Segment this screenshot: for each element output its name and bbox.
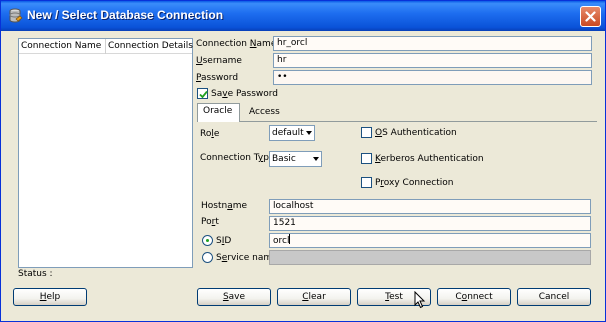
connect-button[interactable]: Connect — [437, 288, 511, 306]
dialog-body: Connection Name Connection Details Conne… — [4, 31, 602, 319]
help-button[interactable]: Help — [13, 288, 87, 306]
connection-type-label: Connection Type — [200, 153, 274, 163]
proxy-connection-checkbox[interactable] — [361, 177, 372, 188]
sid-label[interactable]: SID — [216, 236, 231, 246]
proxy-connection-label[interactable]: Proxy Connection — [375, 178, 453, 188]
connection-dialog: New / Select Database Connection Connect… — [0, 0, 606, 322]
kerberos-authentication-checkbox[interactable] — [361, 153, 372, 164]
text-caret — [289, 234, 291, 244]
tab-oracle[interactable]: Oracle — [197, 103, 240, 122]
cancel-button[interactable]: Cancel — [517, 288, 591, 306]
role-value: default — [272, 128, 304, 138]
database-icon — [9, 8, 23, 23]
chevron-down-icon — [313, 157, 319, 161]
clear-button[interactable]: Clear — [277, 288, 351, 306]
sid-value: orcl — [273, 236, 290, 246]
close-button[interactable] — [580, 6, 601, 27]
port-field[interactable]: 1521 — [269, 216, 591, 231]
column-divider[interactable] — [105, 39, 106, 54]
column-header-connection-name[interactable]: Connection Name — [21, 41, 101, 51]
connection-name-label: Connection Name — [196, 39, 277, 49]
role-label: Role — [200, 129, 220, 139]
username-label: Username — [196, 56, 242, 66]
connections-table[interactable]: Connection Name Connection Details — [18, 38, 193, 268]
port-label: Port — [201, 217, 219, 227]
role-dropdown[interactable]: default — [269, 125, 315, 141]
hostname-field[interactable]: localhost — [269, 199, 591, 214]
password-field[interactable]: •• — [273, 70, 592, 85]
username-field[interactable]: hr — [273, 53, 592, 68]
connection-name-field[interactable]: hr_orcl — [273, 36, 592, 51]
save-password-checkbox[interactable] — [197, 88, 208, 99]
status-label: Status : — [18, 269, 53, 279]
service-name-radio[interactable] — [202, 252, 213, 263]
tab-access[interactable]: Access — [244, 105, 285, 122]
kerberos-authentication-label[interactable]: Kerberos Authentication — [375, 154, 484, 164]
checkmark-icon — [199, 90, 208, 99]
connection-type-dropdown[interactable]: Basic — [269, 151, 322, 167]
connection-type-value: Basic — [272, 154, 296, 164]
close-icon — [585, 11, 596, 22]
save-button[interactable]: Save — [197, 288, 271, 306]
mouse-pointer-icon — [414, 291, 426, 309]
os-authentication-label[interactable]: OS Authentication — [375, 128, 457, 138]
title-bar[interactable]: New / Select Database Connection — [1, 1, 605, 31]
os-authentication-checkbox[interactable] — [361, 127, 372, 138]
column-header-connection-details[interactable]: Connection Details — [108, 41, 193, 51]
sid-field[interactable]: orcl — [269, 233, 591, 248]
chevron-down-icon — [306, 131, 312, 135]
save-password-label[interactable]: Save Password — [211, 89, 278, 99]
service-name-field — [269, 250, 591, 265]
hostname-label: Hostname — [201, 201, 248, 211]
window-title: New / Select Database Connection — [27, 8, 224, 22]
password-label: Password — [196, 73, 239, 83]
sid-radio[interactable] — [202, 235, 213, 246]
table-header: Connection Name Connection Details — [19, 39, 193, 54]
